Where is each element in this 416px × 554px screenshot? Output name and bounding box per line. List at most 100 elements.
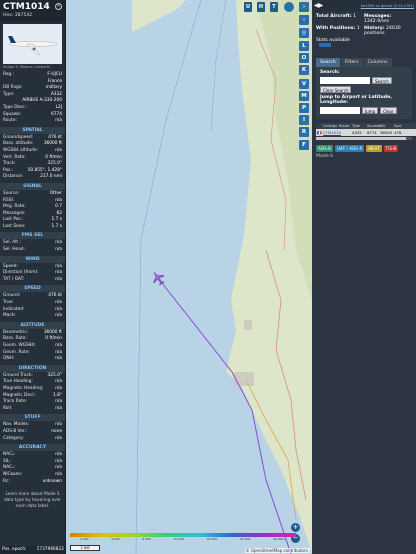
badge-uat[interactable]: UAT / ADS-R — [334, 145, 365, 152]
badge-mode-s[interactable]: Mode-S — [312, 153, 416, 160]
rows1-key: Route: — [3, 118, 17, 124]
sidebar-topbar: ◀▶ tar1090 on github (3.14.1701) — [312, 0, 416, 11]
map-canvas[interactable] — [66, 0, 312, 554]
map-button-i[interactable]: I — [299, 115, 309, 125]
close-icon[interactable]: × — [55, 3, 62, 10]
total-value: 1 — [353, 14, 357, 19]
image-credit: Image © Mateus Lamberts — [3, 65, 51, 69]
messages-value: 1342.9/sec — [364, 19, 390, 24]
map-button-u[interactable]: U — [244, 2, 252, 12]
aircraft-icon[interactable] — [150, 270, 166, 286]
pos-epoch-label: Pos. epoch: — [2, 547, 27, 552]
rows1-value: F-UJCU — [47, 72, 62, 77]
jump-button[interactable]: Jump — [362, 107, 379, 114]
callsign-title: CTM1014 — [3, 2, 50, 12]
total-label: Total Aircraft: — [316, 14, 352, 19]
rows1-row: Type Desc.: L2J — [0, 105, 65, 112]
stats-link[interactable] — [319, 43, 331, 47]
section-spatial[interactable]: SPATIAL — [0, 126, 65, 134]
dir-value: n/a — [55, 405, 62, 411]
stuff-value: none — [51, 428, 62, 434]
jump-input[interactable] — [320, 107, 360, 114]
spatial-key: Track: — [3, 161, 16, 167]
spatial-key: Baro. altitude: — [3, 141, 34, 147]
map-button-l[interactable]: L — [299, 41, 309, 51]
alt-row: Geom. WGS84: n/a — [0, 343, 65, 350]
section-fms[interactable]: FMS SEL — [0, 232, 65, 240]
acc-value: unknown — [42, 478, 62, 484]
globe-icon[interactable]: ◎ — [299, 28, 309, 38]
clear-search-button[interactable]: Clear Search — [320, 86, 352, 93]
map-button-v[interactable]: V — [299, 79, 309, 89]
toggle-sidebar-icon[interactable]: › — [299, 2, 309, 12]
zoom-in-button[interactable]: + — [291, 523, 300, 532]
pos-epoch-row: Pos. epoch: 1737966822 — [0, 546, 65, 554]
row-alt: 36000 — [380, 130, 393, 135]
alt-value: 0 ft/min — [45, 336, 62, 342]
speed-row: Mach: n/a — [0, 313, 65, 320]
source-legend: ADS-B UAT / ADS-R MLAT TIS-B — [312, 141, 416, 153]
tab-search[interactable]: Search — [316, 58, 340, 67]
map-button-o[interactable]: O — [299, 53, 309, 63]
dir-row: Track Rate: n/a — [0, 399, 65, 406]
map-view[interactable]: U H T › ‹ ◎ L O K V M P I R F + − 2 000 4… — [66, 0, 312, 554]
table-row[interactable]: 🇫🇷 CTM1014 A332 6774 36000 476 — [316, 129, 416, 136]
search-button[interactable]: Search — [372, 77, 392, 84]
map-attribution[interactable]: © OpenStreetMap contributors. — [244, 548, 310, 553]
sidebar-tabs: Search Filters Columns — [316, 58, 412, 67]
section-accuracy[interactable]: ACCURACY — [0, 444, 65, 452]
tab-columns[interactable]: Columns — [363, 58, 392, 67]
map-button-k[interactable]: K — [299, 65, 309, 75]
settings-icon[interactable] — [284, 2, 294, 12]
aircraft-photo[interactable] — [3, 24, 62, 64]
dir-value: n/a — [55, 385, 62, 391]
map-button-f[interactable]: F — [299, 140, 309, 150]
rows1-value: military — [45, 85, 62, 91]
section-direction[interactable]: DIRECTION — [0, 364, 65, 372]
rows1-row: AIRBUS A-330-200 — [0, 98, 65, 105]
nav-arrows-icon[interactable]: ◀▶ — [314, 2, 323, 9]
speed-key: True: — [3, 300, 14, 306]
map-button-h[interactable]: H — [257, 2, 265, 12]
collapse-icon[interactable]: ‹ — [299, 15, 309, 25]
clear-button[interactable]: Clear — [380, 107, 397, 114]
signal-key: Msg. Rate: — [3, 204, 26, 210]
badge-mlat[interactable]: MLAT — [366, 145, 382, 152]
alt-key: QNH: — [3, 356, 15, 362]
stuff-row: Category: n/a — [0, 436, 65, 443]
altitude-colorbar: 2 000 4 000 6 000 10 000 20 000 30 000 40 000+ — [70, 533, 296, 542]
spatial-value: 217.0 nmi — [40, 174, 62, 180]
speed-key: Mach: — [3, 313, 16, 319]
signal-row: Last Seen: 1.7 s — [0, 224, 65, 231]
github-link[interactable]: tar1090 on github (3.14.1701) — [361, 4, 414, 8]
map-button-p[interactable]: P — [299, 103, 309, 113]
info-header: CTM1014 Hex: 3B7542 × — [0, 0, 65, 22]
section-stuff[interactable]: STUFF — [0, 414, 65, 422]
signal-key: Source: — [3, 190, 20, 196]
search-input[interactable] — [320, 77, 370, 84]
tab-filters[interactable]: Filters — [340, 58, 363, 67]
section-wind[interactable]: WIND — [0, 255, 65, 263]
map-button-t[interactable]: T — [270, 2, 278, 12]
badge-adsb[interactable]: ADS-B — [316, 145, 333, 152]
map-button-m[interactable]: M — [299, 91, 309, 101]
table-scrollbar[interactable] — [316, 137, 412, 140]
badge-tisb[interactable]: TIS-B — [383, 145, 399, 152]
signal-value: 0.7 — [55, 204, 62, 210]
help-note: Learn more about Mode S data type by hov… — [3, 491, 62, 509]
pos-epoch-value: 1737966822 — [36, 547, 64, 552]
dir-row: Roll: n/a — [0, 406, 65, 413]
stuff-row: Nav. Modes: n/a — [0, 422, 65, 429]
search-label: Search: — [320, 70, 340, 75]
section-altitude[interactable]: ALTITUDE — [0, 321, 65, 329]
alt-row: QNH: n/a — [0, 356, 65, 363]
section-speed[interactable]: SPEED — [0, 285, 65, 293]
stats-block: Total Aircraft: 1 Messages: 1342.9/sec Wi… — [312, 11, 416, 54]
dir-key: Roll: — [3, 405, 13, 411]
section-signal[interactable]: SIGNAL — [0, 182, 65, 190]
rows1-key: Type Desc.: — [3, 104, 28, 110]
row-squawk: 6774 — [367, 130, 377, 135]
alt-key: Baro. Rate: — [3, 336, 27, 342]
aircraft-table: Callsign Route Type Squawk Alt. Spd. 🇫🇷 … — [316, 123, 416, 136]
map-button-r[interactable]: R — [299, 127, 309, 137]
